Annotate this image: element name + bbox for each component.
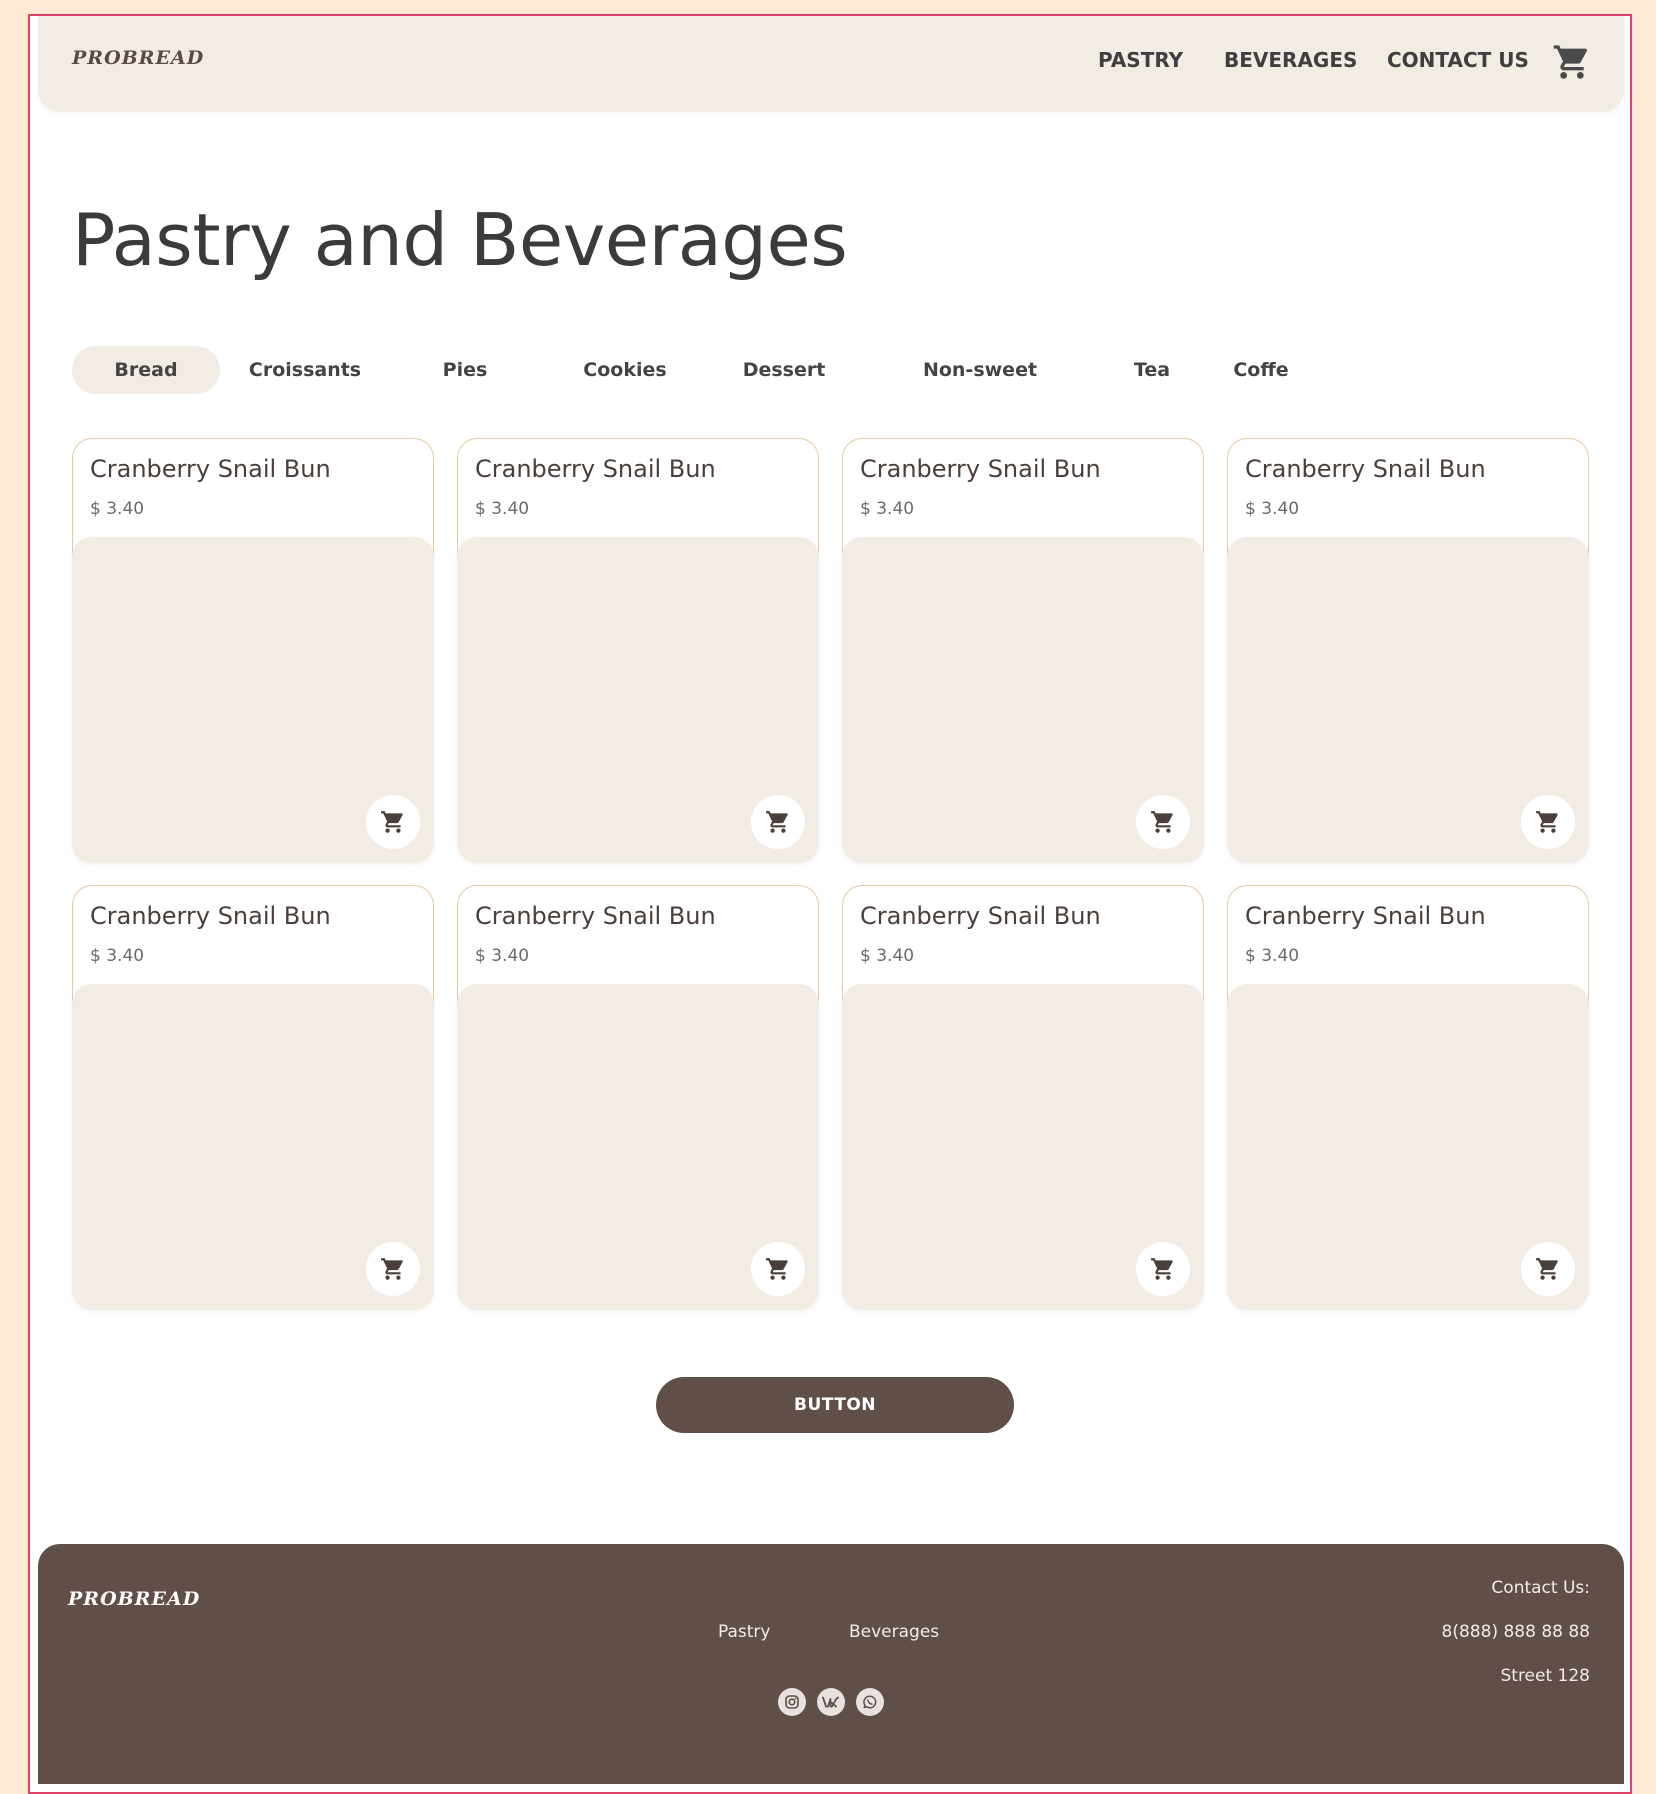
cart-icon-svg [766, 811, 788, 833]
vk-icon[interactable] [817, 1688, 845, 1716]
add-to-cart-button[interactable] [366, 795, 420, 849]
product-name: Cranberry Snail Bun [860, 455, 1101, 483]
tab-coffe[interactable]: Coffe [1226, 346, 1296, 394]
tab-non-sweet[interactable]: Non-sweet [920, 346, 1040, 394]
product-image [842, 984, 1204, 1310]
tab-croissants[interactable]: Croissants [246, 346, 364, 394]
add-to-cart-button[interactable] [366, 1242, 420, 1296]
product-name: Cranberry Snail Bun [90, 902, 331, 930]
product-card[interactable]: Cranberry Snail Bun $ 3.40 [1227, 438, 1589, 863]
product-card[interactable]: Cranberry Snail Bun $ 3.40 [457, 438, 819, 863]
site-footer: PROBREAD Pastry Beverages Contact Us: 8(… [38, 1544, 1624, 1784]
cart-icon-svg [1553, 45, 1588, 79]
cart-icon-svg [381, 811, 403, 833]
product-name: Cranberry Snail Bun [475, 902, 716, 930]
footer-address: Street 128 [1500, 1666, 1590, 1686]
add-to-cart-button[interactable] [1521, 795, 1575, 849]
product-card[interactable]: Cranberry Snail Bun $ 3.40 [72, 438, 434, 863]
footer-link-beverages[interactable]: Beverages [849, 1622, 939, 1642]
product-price: $ 3.40 [90, 946, 145, 966]
vk-icon-svg [822, 1696, 839, 1708]
product-price: $ 3.40 [860, 946, 915, 966]
add-to-cart-button[interactable] [1136, 1242, 1190, 1296]
nav-pastry[interactable]: PASTRY [1098, 48, 1183, 72]
site-header: PROBREAD PASTRY BEVERAGES CONTACT US [38, 16, 1624, 112]
main-button[interactable]: BUTTON [656, 1377, 1014, 1433]
product-name: Cranberry Snail Bun [90, 455, 331, 483]
product-price: $ 3.40 [1245, 946, 1300, 966]
instagram-icon-svg [785, 1695, 799, 1709]
product-name: Cranberry Snail Bun [860, 902, 1101, 930]
add-to-cart-button[interactable] [751, 795, 805, 849]
tab-tea[interactable]: Tea [1126, 346, 1178, 394]
add-to-cart-button[interactable] [1136, 795, 1190, 849]
page-title: Pastry and Beverages [72, 198, 848, 282]
product-price: $ 3.40 [475, 946, 530, 966]
product-price: $ 3.40 [90, 499, 145, 519]
product-name: Cranberry Snail Bun [1245, 902, 1486, 930]
product-price: $ 3.40 [1245, 499, 1300, 519]
cart-icon-svg [1151, 1258, 1173, 1280]
whatsapp-icon-svg [863, 1695, 877, 1709]
product-card[interactable]: Cranberry Snail Bun $ 3.40 [1227, 885, 1589, 1310]
product-card[interactable]: Cranberry Snail Bun $ 3.40 [842, 438, 1204, 863]
product-name: Cranberry Snail Bun [1245, 455, 1486, 483]
cart-icon-svg [1151, 811, 1173, 833]
product-name: Cranberry Snail Bun [475, 455, 716, 483]
tab-dessert[interactable]: Dessert [738, 346, 830, 394]
cart-icon[interactable] [1552, 42, 1592, 82]
cart-icon-svg [1536, 1258, 1558, 1280]
tab-cookies[interactable]: Cookies [574, 346, 676, 394]
nav-beverages[interactable]: BEVERAGES [1224, 48, 1357, 72]
product-image [842, 537, 1204, 863]
header-logo[interactable]: PROBREAD [72, 47, 204, 69]
nav-contact-us[interactable]: CONTACT US [1387, 48, 1529, 72]
product-image [457, 537, 819, 863]
whatsapp-icon[interactable] [856, 1688, 884, 1716]
cart-icon-svg [1536, 811, 1558, 833]
cart-icon-svg [381, 1258, 403, 1280]
product-image [72, 537, 434, 863]
add-to-cart-button[interactable] [751, 1242, 805, 1296]
footer-phone[interactable]: 8(888) 888 88 88 [1442, 1622, 1590, 1642]
product-card[interactable]: Cranberry Snail Bun $ 3.40 [842, 885, 1204, 1310]
product-price: $ 3.40 [475, 499, 530, 519]
product-image [72, 984, 434, 1310]
instagram-icon[interactable] [778, 1688, 806, 1716]
add-to-cart-button[interactable] [1521, 1242, 1575, 1296]
footer-contact-title: Contact Us: [1491, 1578, 1590, 1598]
cart-icon-svg [766, 1258, 788, 1280]
product-card[interactable]: Cranberry Snail Bun $ 3.40 [72, 885, 434, 1310]
tab-bread[interactable]: Bread [72, 346, 220, 394]
footer-link-pastry[interactable]: Pastry [718, 1622, 770, 1642]
tab-pies[interactable]: Pies [430, 346, 500, 394]
footer-logo[interactable]: PROBREAD [68, 1588, 200, 1610]
product-image [1227, 537, 1589, 863]
product-price: $ 3.40 [860, 499, 915, 519]
product-image [1227, 984, 1589, 1310]
product-image [457, 984, 819, 1310]
product-card[interactable]: Cranberry Snail Bun $ 3.40 [457, 885, 819, 1310]
